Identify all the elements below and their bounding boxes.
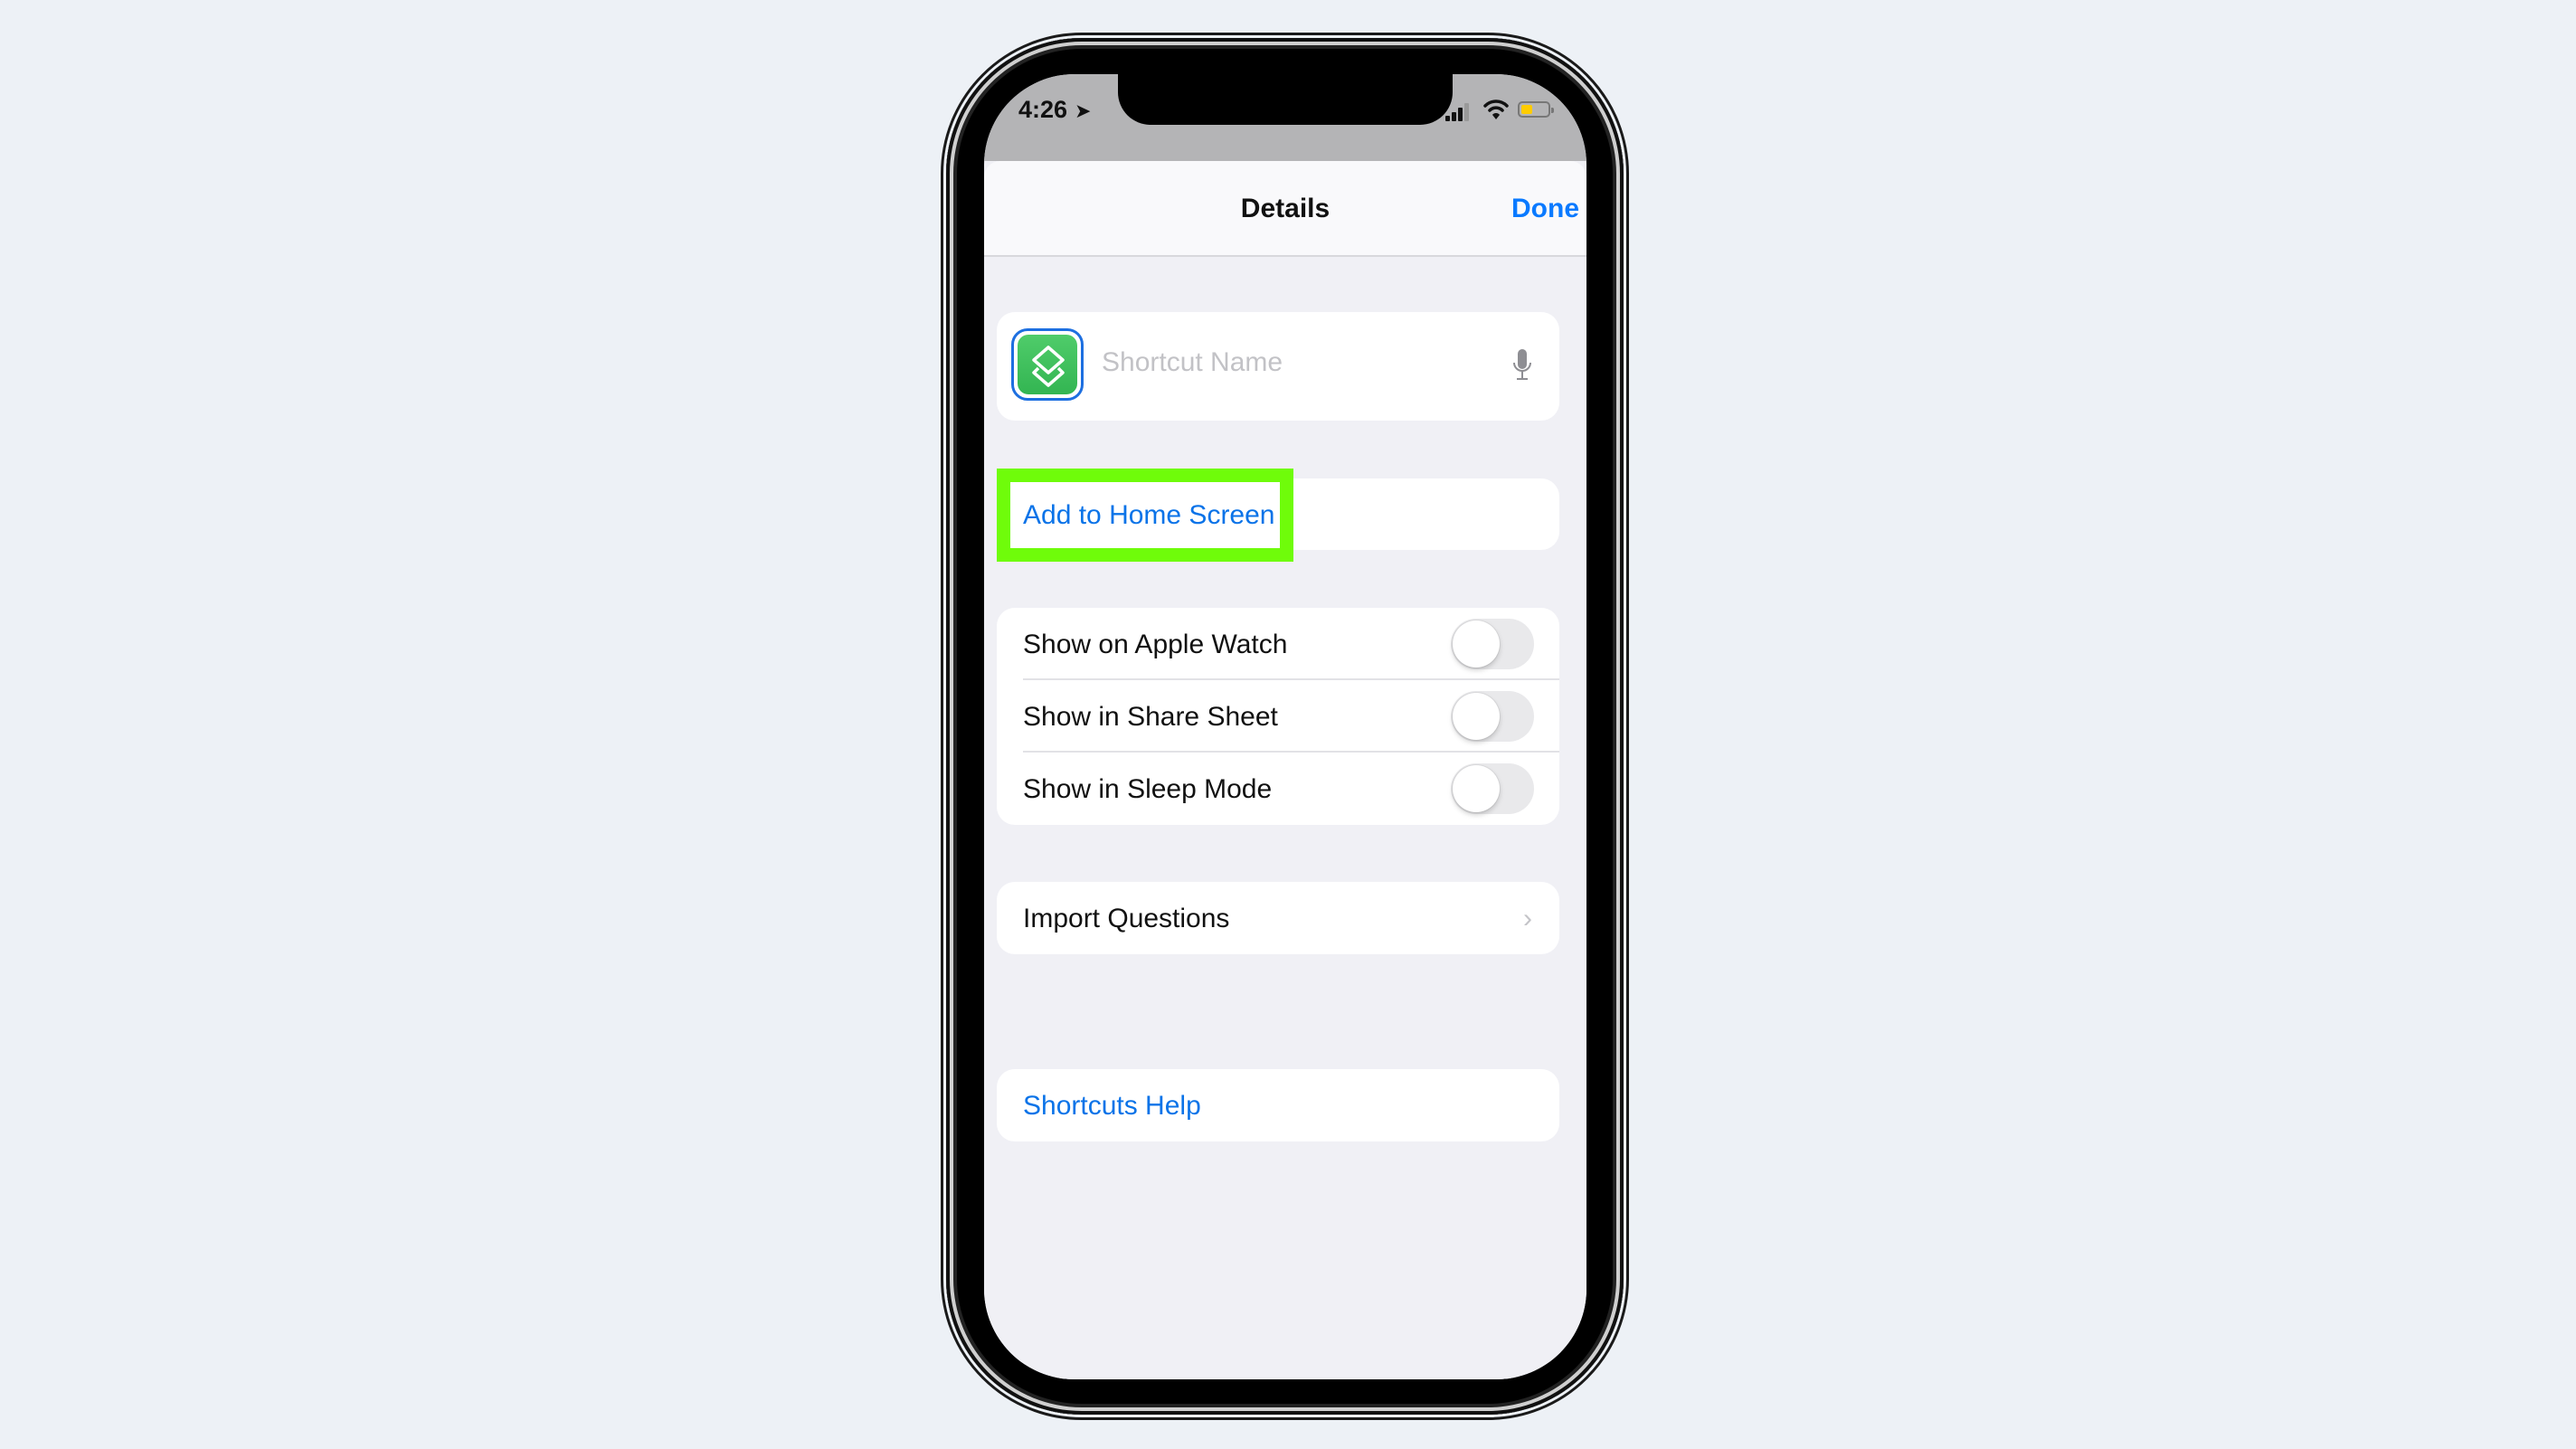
status-time: 4:26 [1018, 96, 1068, 123]
battery-low-icon [1518, 101, 1554, 118]
shortcuts-help-link[interactable]: Shortcuts Help [1023, 1091, 1201, 1122]
shortcut-icon-button[interactable] [1011, 328, 1084, 401]
battery-level [1521, 105, 1532, 114]
import-questions-button[interactable]: Import Questions › [997, 882, 1559, 954]
microphone-icon[interactable] [1512, 348, 1532, 383]
status-bar: 4:26 ➤ [984, 74, 1586, 161]
toggle-settings-card: Show on Apple Watch Show in Share Sheet … [997, 608, 1559, 825]
cellular-signal-icon [1445, 103, 1473, 121]
shortcut-name-card [997, 312, 1559, 421]
shortcuts-help-card: Shortcuts Help [997, 1069, 1559, 1141]
toggle-row-share-sheet: Show in Share Sheet [997, 680, 1559, 753]
phone-screen: 4:26 ➤ Details Done Shortcut Name Add to… [984, 74, 1586, 1379]
toggle-row-apple-watch: Show on Apple Watch [997, 608, 1559, 680]
chevron-right-icon: › [1523, 904, 1532, 933]
sleep-mode-toggle[interactable] [1451, 763, 1534, 814]
toggle-label: Show in Sleep Mode [1023, 774, 1273, 804]
add-to-home-screen-button[interactable]: Add to Home Screen [1023, 500, 1274, 531]
import-questions-label: Import Questions [1023, 904, 1230, 933]
toggle-label: Show on Apple Watch [1023, 630, 1288, 659]
wifi-icon [1483, 99, 1509, 119]
location-arrow-icon: ➤ [1075, 99, 1092, 122]
toggle-label: Show in Share Sheet [1023, 702, 1278, 732]
apple-watch-toggle[interactable] [1451, 619, 1534, 669]
notch [1118, 74, 1453, 125]
page-title: Details [1240, 194, 1331, 223]
add-to-home-card: Add to Home Screen [997, 478, 1559, 550]
shortcut-name-input[interactable] [1100, 346, 1465, 379]
nav-bar: Details Done [984, 161, 1586, 257]
shortcuts-layers-icon [1018, 335, 1077, 394]
done-button[interactable]: Done [1511, 194, 1579, 224]
toggle-row-sleep-mode: Show in Sleep Mode [997, 753, 1559, 825]
share-sheet-toggle[interactable] [1451, 691, 1534, 742]
details-sheet: Details Done Add to Home Scre [984, 161, 1586, 1379]
